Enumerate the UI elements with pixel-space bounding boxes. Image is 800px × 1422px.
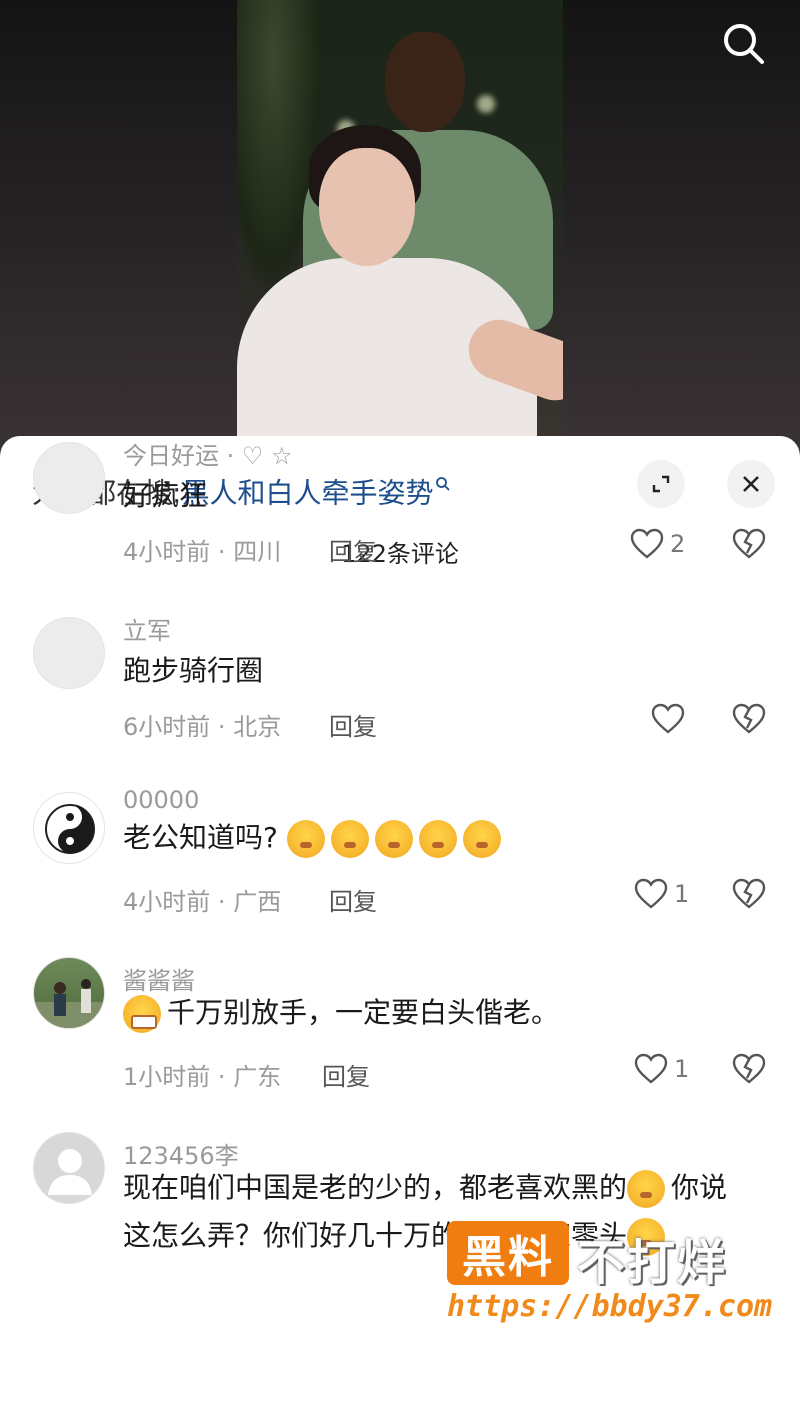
close-button[interactable] <box>727 460 775 508</box>
comment-meta: 1小时前 · 广东 <box>123 1057 281 1092</box>
comment-text-line1b: 你说 <box>671 1171 728 1204</box>
video-person-man-head <box>385 32 465 132</box>
emoji-icon <box>374 820 413 858</box>
yin-yang-icon <box>45 804 95 854</box>
emoji-icon <box>418 820 457 858</box>
expand-button[interactable] <box>637 460 685 508</box>
dislike-button[interactable] <box>732 528 766 564</box>
like-button[interactable]: 2 <box>630 528 685 560</box>
like-button[interactable] <box>651 703 685 735</box>
search-button[interactable] <box>722 22 766 66</box>
emoji-icon <box>286 820 325 858</box>
comment-text-line1: 现在咱们中国是老的少的，都老喜欢黑的 <box>123 1171 628 1204</box>
broken-heart-icon <box>732 1053 766 1084</box>
reply-button[interactable]: 回复 <box>322 1057 370 1092</box>
comment-content-line2: 这怎么弄？你们好几十万的不及人家零头 <box>123 1214 671 1258</box>
broken-heart-icon <box>732 528 766 559</box>
grin-emoji-icon <box>123 995 161 1033</box>
meta-separator: · <box>217 1063 226 1091</box>
dislike-button[interactable] <box>732 1053 766 1089</box>
avatar-photo <box>34 979 104 1028</box>
comment-meta: 4小时前 · 广西 <box>123 882 281 917</box>
video-light <box>477 95 495 113</box>
search-icon <box>724 24 764 64</box>
heart-icon <box>630 528 664 559</box>
comments-sheet: 大家都在搜:黑人和白人牵手姿势 122条评论 今日好运 · ♡ ☆ 好疯狂 4小… <box>0 436 800 1422</box>
dislike-button[interactable] <box>732 703 766 739</box>
comment-meta: 6小时前 · 北京 <box>123 707 281 742</box>
comment-content: 跑步骑行圈 <box>123 654 264 687</box>
like-button[interactable]: 1 <box>634 1053 689 1085</box>
hot-search-term[interactable]: 黑人和白人牵手姿势 <box>181 476 433 509</box>
reply-button[interactable]: 回复 <box>329 532 377 567</box>
like-button[interactable]: 1 <box>634 878 689 910</box>
comment-location: 四川 <box>233 538 282 566</box>
emoji-icon <box>330 820 369 858</box>
emoji-icon <box>627 1170 666 1208</box>
expand-icon <box>652 475 670 493</box>
comment-time: 6小时前 <box>123 713 211 741</box>
comment-username[interactable]: 00000 <box>123 786 199 814</box>
emoji-icon <box>462 820 501 858</box>
avatar[interactable] <box>33 792 105 864</box>
comment-time: 1小时前 <box>123 1063 211 1091</box>
comment-username[interactable]: 今日好运 · ♡ ☆ <box>123 436 293 471</box>
comment-text: 千万别放手，一定要白头偕老。 <box>167 996 560 1029</box>
comment-time: 4小时前 <box>123 888 211 916</box>
avatar[interactable] <box>33 957 105 1029</box>
comment-location: 北京 <box>233 713 282 741</box>
like-count: 2 <box>670 530 686 558</box>
avatar[interactable] <box>33 1132 105 1204</box>
heart-icon <box>634 878 668 909</box>
heart-icon <box>634 1053 668 1084</box>
broken-heart-icon <box>732 878 766 909</box>
avatar[interactable] <box>33 617 105 689</box>
like-count: 1 <box>674 1055 690 1083</box>
close-icon <box>743 476 759 492</box>
default-avatar-icon <box>48 1149 92 1195</box>
comment-content: 千万别放手，一定要白头偕老。 <box>123 991 559 1035</box>
broken-heart-icon <box>732 703 766 734</box>
video-frame[interactable] <box>237 0 563 440</box>
meta-separator: · <box>217 713 226 741</box>
emoji-icon <box>627 1218 666 1256</box>
heart-icon <box>651 703 685 734</box>
meta-separator: · <box>217 538 226 566</box>
video-area <box>0 0 800 450</box>
comment-content: 现在咱们中国是老的少的，都老喜欢黑的 你说 <box>123 1166 727 1210</box>
comment-text: 老公知道吗? <box>123 821 278 854</box>
dislike-button[interactable] <box>732 878 766 914</box>
meta-separator: · <box>217 888 226 916</box>
reply-button[interactable]: 回复 <box>329 882 377 917</box>
avatar[interactable] <box>33 442 105 514</box>
comment-username[interactable]: 立军 <box>123 611 171 646</box>
comment-location: 广东 <box>233 1063 282 1091</box>
comment-content: 好疯狂 <box>123 479 208 512</box>
search-small-icon <box>435 466 451 499</box>
comment-meta: 4小时前 · 四川 <box>123 532 281 567</box>
video-person-woman-head <box>319 148 415 266</box>
comment-time: 4小时前 <box>123 538 211 566</box>
comment-text-line2: 这怎么弄？你们好几十万的不及人家零头 <box>123 1219 628 1252</box>
reply-button[interactable]: 回复 <box>329 707 377 742</box>
comment-content: 老公知道吗? <box>123 816 507 860</box>
like-count: 1 <box>674 880 690 908</box>
comment-location: 广西 <box>233 888 282 916</box>
